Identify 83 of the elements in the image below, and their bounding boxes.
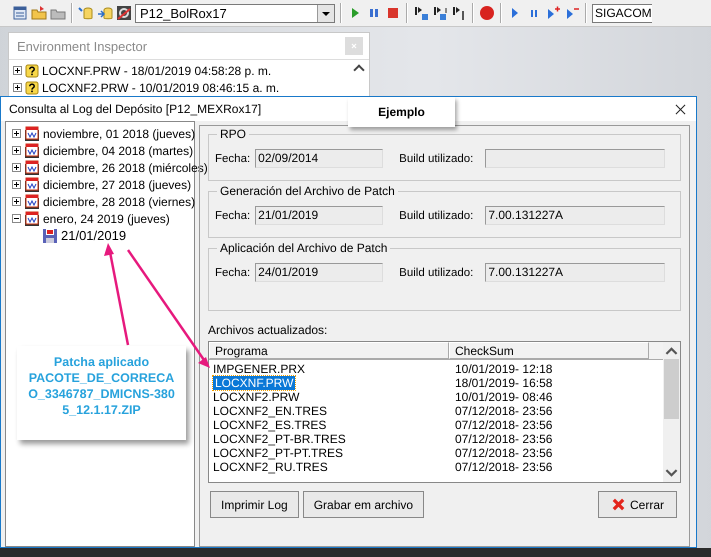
question-icon <box>25 80 39 94</box>
column-header[interactable]: CheckSum <box>449 342 649 359</box>
callout-title: Patcha aplicado <box>54 354 150 370</box>
table-cell[interactable]: 10/01/2019- 08:46 <box>455 390 552 404</box>
section-label: Archivos actualizados: <box>208 323 328 337</box>
calendar-icon <box>24 142 40 158</box>
table-cell[interactable]: LOCXNF2_PT-BR.TRES <box>213 432 346 446</box>
tree-item[interactable]: diciembre, 04 2018 (martes) <box>43 144 194 158</box>
calendar-icon <box>24 210 40 226</box>
table-cell[interactable]: 07/12/2018- 23:56 <box>455 460 552 474</box>
record-icon[interactable] <box>479 5 495 21</box>
database-icon[interactable] <box>97 5 113 21</box>
table-cell[interactable]: 18/01/2019- 16:58 <box>455 376 552 390</box>
expand-icon[interactable] <box>12 146 21 155</box>
folder-icon[interactable] <box>31 5 47 21</box>
database-icon[interactable] <box>78 5 94 21</box>
environment-select[interactable]: P12_BolRox17 <box>135 4 335 22</box>
tree-item[interactable]: diciembre, 28 2018 (viernes) <box>43 194 196 208</box>
annotation-label: Ejemplo <box>348 97 455 127</box>
table-cell[interactable]: 10/01/2019- 12:18 <box>455 362 552 376</box>
close-button[interactable]: Cerrar <box>598 491 677 518</box>
field-label: Build utilizado: <box>399 152 474 164</box>
build-field[interactable]: 7.00.131227A <box>485 206 666 225</box>
expand-icon[interactable] <box>12 197 21 206</box>
field-label: Build utilizado: <box>399 210 474 222</box>
table-cell[interactable]: LOCXNF2_ES.TRES <box>213 418 326 432</box>
field-label: Build utilizado: <box>399 266 474 278</box>
date-field[interactable]: 21/01/2019 <box>255 206 384 225</box>
close-icon[interactable] <box>675 104 686 114</box>
action-button[interactable]: Grabar em archivo <box>302 491 424 518</box>
table-cell[interactable]: 07/12/2018- 23:56 <box>455 446 552 460</box>
field-label: Fecha: <box>215 152 250 164</box>
tree-item[interactable]: 21/01/2019 <box>61 228 126 243</box>
expand-icon[interactable] <box>13 83 22 92</box>
table-cell[interactable]: LOCXNF.PRW <box>213 376 296 390</box>
field-label: Fecha: <box>215 266 250 278</box>
collapse-icon[interactable] <box>12 214 21 223</box>
group-title: Aplicación del Archivo de Patch <box>217 241 390 255</box>
window-title: Consulta al Log del Depósito [P12_MEXRox17] <box>9 102 262 116</box>
table-cell[interactable]: IMPGENER.PRX <box>213 362 306 376</box>
step-over-icon[interactable] <box>432 5 448 21</box>
tree-item[interactable]: enero, 24 2019 (jueves) <box>43 212 170 226</box>
cross-icon <box>610 497 626 512</box>
action-button[interactable]: Imprimir Log <box>210 491 299 518</box>
date-field[interactable]: 02/09/2014 <box>255 149 384 168</box>
tree-item[interactable]: noviembre, 01 2018 (jueves) <box>43 126 196 140</box>
calendar-icon <box>24 194 40 210</box>
date-field[interactable]: 24/01/2019 <box>255 263 384 282</box>
field-label: Fecha: <box>215 210 250 222</box>
step-out-icon[interactable] <box>451 5 467 21</box>
list-item[interactable]: LOCXNF.PRW - 18/01/2019 04:58:28 p. m. <box>42 64 272 78</box>
step-into-icon[interactable] <box>413 5 429 21</box>
column-header[interactable]: Programa <box>209 342 449 359</box>
group-title: RPO <box>217 127 250 141</box>
table-cell[interactable]: 07/12/2018- 23:56 <box>455 404 552 418</box>
window-icon[interactable] <box>12 5 28 21</box>
build-field[interactable]: 7.00.131227A <box>485 263 666 282</box>
question-icon <box>25 64 39 78</box>
scroll-thumb[interactable] <box>664 359 679 419</box>
list-item[interactable]: LOCXNF2.PRW - 10/01/2019 08:46:15 a. m. <box>42 80 280 94</box>
table-cell[interactable]: LOCXNF2.PRW <box>213 390 300 404</box>
table-cell[interactable]: 07/12/2018- 23:56 <box>455 432 552 446</box>
calendar-icon <box>24 160 40 176</box>
add-breakpoint-icon[interactable] <box>545 5 561 21</box>
tree-item[interactable]: diciembre, 26 2018 (miércoles) <box>43 160 208 174</box>
table-cell[interactable]: LOCXNF2_RU.TRES <box>213 460 328 474</box>
stop-icon[interactable] <box>385 5 401 21</box>
table-cell[interactable]: LOCXNF2_EN.TRES <box>213 404 328 418</box>
table-cell[interactable]: LOCXNF2_PT-PT.TRES <box>213 446 344 460</box>
group-title: Generación del Archivo de Patch <box>217 184 398 198</box>
table-cell[interactable]: 07/12/2018- 23:56 <box>455 418 552 432</box>
expand-icon[interactable] <box>12 180 21 189</box>
scrollbar[interactable] <box>663 342 680 482</box>
calendar-icon <box>24 176 40 192</box>
calendar-icon <box>24 126 40 142</box>
expand-icon[interactable] <box>12 129 21 138</box>
build-field[interactable] <box>485 149 666 168</box>
expand-icon[interactable] <box>12 163 21 172</box>
server-field[interactable]: SIGACOM <box>592 4 652 22</box>
expand-icon[interactable] <box>13 66 22 75</box>
tree-item[interactable]: diciembre, 27 2018 (jueves) <box>43 178 192 192</box>
panel-title: Environment Inspector <box>17 38 148 54</box>
callout-text: PACOTE_DE_CORRECAO_3346787_DMICNS-3805_12.1.17.ZIP <box>28 370 176 418</box>
